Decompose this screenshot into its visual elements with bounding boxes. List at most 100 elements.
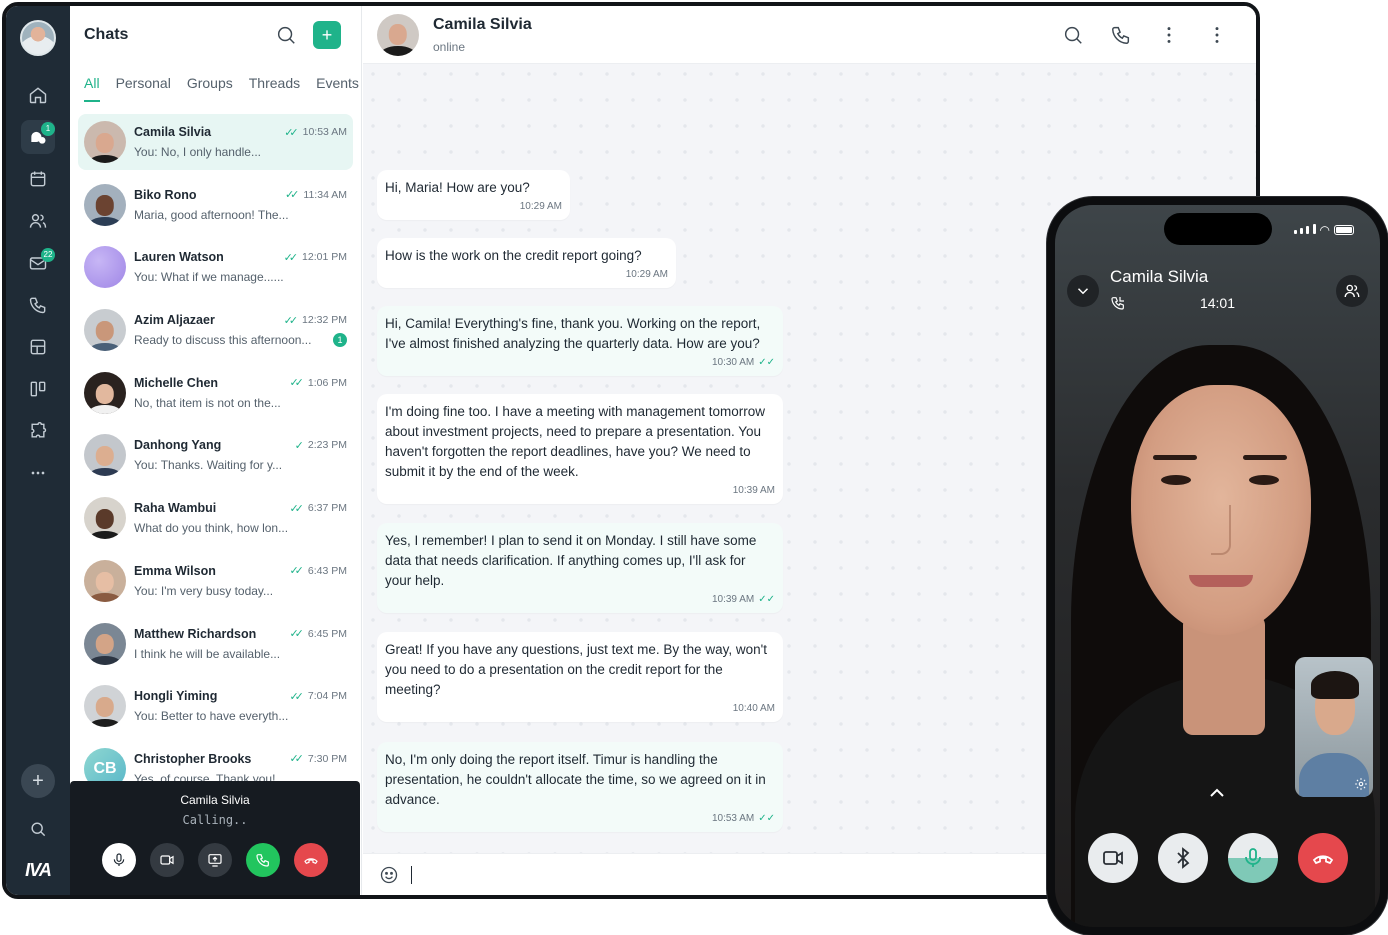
- chat-item[interactable]: Matthew Richardson ✓✓ 6:45 PM I think he w…: [78, 616, 353, 672]
- chat-list-title: Chats: [84, 26, 129, 43]
- calling-status: Calling..: [182, 813, 248, 827]
- search-icon[interactable]: [1062, 24, 1084, 46]
- video-button[interactable]: [150, 843, 184, 877]
- chevron-up-icon[interactable]: [1205, 781, 1229, 805]
- chat-tabs: All Personal Groups Threads Events: [70, 64, 361, 102]
- message-text: I'm doing fine too. I have a meeting wit…: [385, 404, 766, 479]
- call-controls: [1055, 833, 1380, 883]
- wifi-icon: ◠: [1319, 223, 1330, 237]
- self-view-video[interactable]: [1295, 657, 1373, 797]
- new-chat-button[interactable]: +: [313, 21, 341, 49]
- chat-list-header: Chats +: [70, 6, 361, 64]
- chat-item-time: 2:23 PM: [307, 439, 347, 452]
- rail-bottom: + IVA: [6, 764, 70, 881]
- emoji-icon[interactable]: [379, 865, 399, 885]
- chat-item-time: 12:01 PM: [302, 251, 347, 264]
- chat-item-name: Michelle Chen: [134, 375, 219, 390]
- message-bubble[interactable]: No, I'm only doing the report itself. Ti…: [377, 742, 783, 832]
- puzzle-icon[interactable]: [21, 414, 55, 448]
- calendar-icon[interactable]: [21, 162, 55, 196]
- chat-item[interactable]: Emma Wilson ✓✓ 6:43 PM You: I'm very busy …: [78, 553, 353, 609]
- message-time: 10:39 AM: [732, 485, 775, 496]
- video-toggle-button[interactable]: [1087, 833, 1138, 883]
- mic-button[interactable]: [102, 843, 136, 877]
- read-ticks-icon: ✓✓: [289, 690, 304, 703]
- chat-item[interactable]: Raha Wambui ✓✓ 6:37 PM What do you think, …: [78, 490, 353, 546]
- user-avatar[interactable]: [20, 20, 56, 56]
- message-bubble[interactable]: Great! If you have any questions, just t…: [377, 632, 783, 722]
- contacts-icon[interactable]: [21, 204, 55, 238]
- participants-button[interactable]: [1336, 275, 1368, 307]
- message-bubble[interactable]: Hi, Maria! How are you? 10:29 AM: [377, 170, 570, 220]
- bluetooth-icon: [1176, 847, 1189, 869]
- more-icon[interactable]: [21, 456, 55, 490]
- gear-icon[interactable]: [1354, 777, 1368, 791]
- chat-item-name: Raha Wambui: [134, 501, 217, 516]
- chat-items: Camila Silvia ✓✓ 10:53 AM You: No, I only …: [70, 102, 361, 797]
- chat-item-preview: I think he will be available...: [134, 646, 281, 661]
- chat-item-preview: What if we manage......: [160, 270, 284, 285]
- message-bubble[interactable]: I'm doing fine too. I have a meeting wit…: [377, 394, 783, 504]
- chat-item-preview: What do you think, how lon...: [134, 521, 289, 536]
- mail-badge: 22: [41, 248, 55, 262]
- read-ticks-icon: ✓✓: [283, 314, 299, 327]
- chat-item[interactable]: Danhong Yang ✓ 2:23 PM You: Thanks. Waitin…: [78, 427, 353, 483]
- chat-item[interactable]: Lauren Watson ✓✓ 12:01 PM You: What if we …: [78, 239, 353, 295]
- tab-threads[interactable]: Threads: [249, 64, 300, 102]
- chat-item[interactable]: Azim Aljazaer ✓✓ 12:32 PM Ready to discuss…: [78, 302, 353, 358]
- chat-item[interactable]: Biko Rono ✓✓ 11:34 AM Maria, good afternoo…: [78, 177, 353, 233]
- chat-item-prefix: You:: [134, 458, 161, 473]
- bluetooth-button[interactable]: [1157, 833, 1208, 883]
- phone-device: ◠ Camila Silvia 14:01: [1047, 197, 1388, 935]
- read-ticks-icon: ✓✓: [284, 126, 299, 139]
- more-vertical-icon[interactable]: [1206, 24, 1228, 46]
- tab-events[interactable]: Events: [316, 64, 359, 102]
- avatar: [84, 685, 126, 728]
- chat-item-time: 11:34 AM: [303, 188, 347, 201]
- app-rail: 1 22 + IVA: [6, 6, 70, 895]
- avatar: [84, 497, 126, 540]
- mic-icon: [1244, 848, 1261, 867]
- chat-item-time: 6:45 PM: [307, 627, 347, 640]
- message-text: No, I'm only doing the report itself. Ti…: [385, 752, 766, 807]
- dynamic-island: [1163, 213, 1272, 245]
- tab-personal[interactable]: Personal: [116, 64, 171, 102]
- text-cursor: [411, 865, 412, 884]
- message-time: 10:29 AM: [625, 269, 668, 280]
- mail-icon[interactable]: 22: [21, 246, 55, 280]
- screen-share-button[interactable]: [198, 843, 232, 877]
- phone-icon: [256, 854, 269, 867]
- chats-icon[interactable]: 1: [21, 120, 55, 154]
- more-vertical-icon[interactable]: [1158, 24, 1180, 46]
- tab-all[interactable]: All: [84, 64, 100, 102]
- chat-item[interactable]: Hongli Yiming ✓✓ 7:04 PM You: Better to ha…: [78, 678, 353, 734]
- call-duration: 14:01: [1199, 295, 1236, 311]
- home-icon[interactable]: [21, 78, 55, 112]
- search-icon[interactable]: [275, 24, 297, 46]
- message-text: Great! If you have any questions, just t…: [385, 642, 768, 697]
- tab-groups[interactable]: Groups: [187, 64, 233, 102]
- mic-toggle-button[interactable]: [1227, 833, 1278, 883]
- message-bubble[interactable]: Yes, I remember! I plan to send it on Mo…: [377, 523, 783, 613]
- phone-icon[interactable]: [1110, 24, 1132, 46]
- message-bubble[interactable]: How is the work on the credit report goi…: [377, 238, 676, 288]
- search-icon[interactable]: [21, 812, 55, 846]
- hangup-button[interactable]: [1297, 833, 1348, 883]
- read-ticks-icon: ✓✓: [758, 813, 775, 824]
- chat-item-preview: I'm very busy today...: [160, 583, 274, 598]
- add-workspace-button[interactable]: +: [21, 764, 55, 798]
- read-ticks-icon: ✓✓: [284, 189, 300, 202]
- accept-call-button[interactable]: [246, 843, 280, 877]
- chat-item[interactable]: Camila Silvia ✓✓ 10:53 AM You: No, I only …: [78, 114, 353, 170]
- layout-icon[interactable]: [21, 330, 55, 364]
- unread-badge: 1: [333, 333, 347, 348]
- chat-item-name: Christopher Brooks: [134, 751, 252, 766]
- read-ticks-icon: ✓: [294, 439, 304, 452]
- board-icon[interactable]: [21, 372, 55, 406]
- phone-icon[interactable]: [21, 288, 55, 322]
- remote-video: [1055, 205, 1380, 927]
- message-bubble[interactable]: Hi, Camila! Everything's fine, thank you…: [377, 306, 783, 376]
- chat-item[interactable]: Michelle Chen ✓✓ 1:06 PM No, that item is …: [78, 365, 353, 421]
- avatar[interactable]: [377, 13, 419, 56]
- end-call-button[interactable]: [294, 843, 328, 877]
